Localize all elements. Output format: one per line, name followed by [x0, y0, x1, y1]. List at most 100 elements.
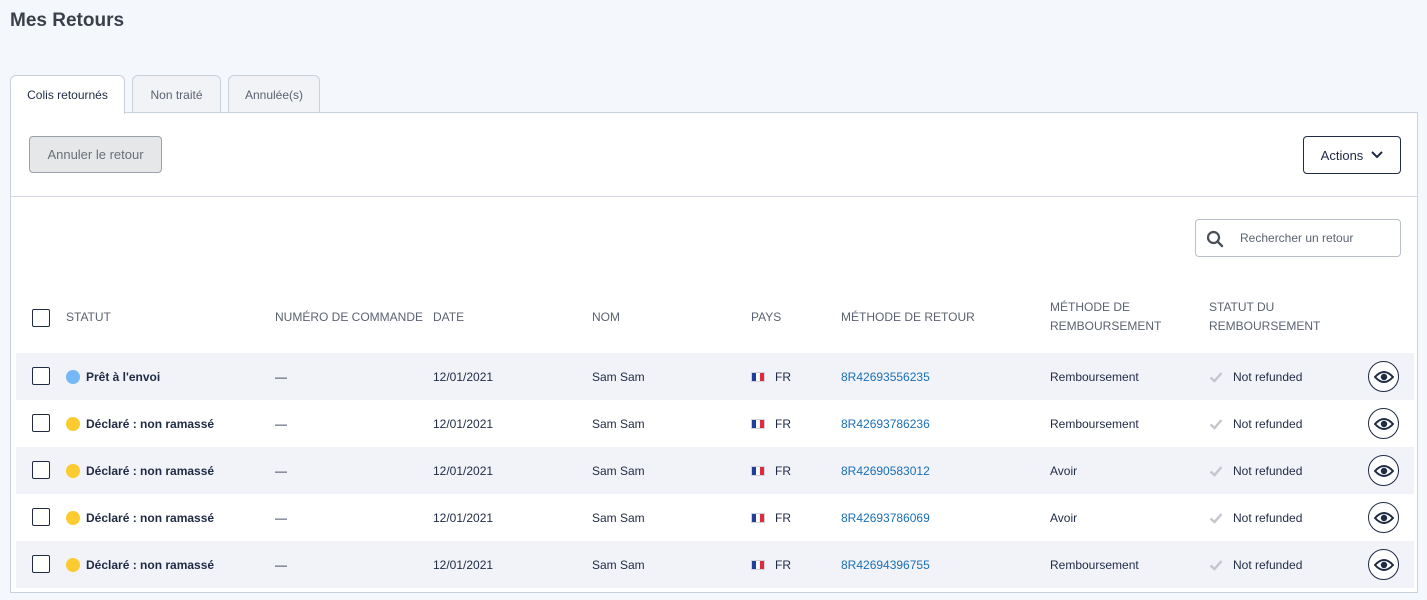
customer-name: Sam Sam [592, 557, 645, 572]
tracking-link[interactable]: 8R42693786069 [841, 494, 930, 541]
eye-icon [1373, 417, 1394, 430]
table-row[interactable]: Déclaré : non ramassé — 12/01/2021 Sam S… [16, 541, 1414, 588]
table-row[interactable]: Déclaré : non ramassé — 12/01/2021 Sam S… [16, 447, 1414, 494]
status-cell: Déclaré : non ramassé [66, 494, 214, 541]
actions-label: Actions [1320, 147, 1364, 163]
view-return-button[interactable] [1368, 408, 1399, 439]
order-number: — [275, 557, 287, 572]
actions-dropdown-button[interactable]: Actions [1303, 136, 1401, 174]
select-all-checkbox[interactable] [32, 309, 50, 327]
refund-method: Avoir [1050, 510, 1078, 525]
check-icon [1209, 371, 1223, 383]
row-checkbox[interactable] [32, 508, 50, 526]
table-row[interactable]: Déclaré : non ramassé — 12/01/2021 Sam S… [16, 494, 1414, 541]
country-code: FR [775, 510, 791, 525]
header-refund-method-line1: MÉTHODE DE [1050, 300, 1131, 314]
row-checkbox[interactable] [32, 367, 50, 385]
tab-annulees[interactable]: Annulée(s) [228, 75, 320, 113]
country-code: FR [775, 557, 791, 572]
date: 12/01/2021 [433, 557, 494, 572]
tracking-link[interactable]: 8R42690583012 [841, 447, 930, 494]
header-refund-method: MÉTHODE DE REMBOURSEMENT [1050, 298, 1161, 336]
tracking-link[interactable]: 8R42693556235 [841, 353, 930, 400]
search-input[interactable] [1240, 228, 1390, 248]
flag-fr-icon [751, 559, 765, 570]
status-dot [66, 463, 80, 478]
status-cell: Déclaré : non ramassé [66, 447, 214, 494]
status-cell: Déclaré : non ramassé [66, 400, 214, 447]
country-cell: FR [751, 400, 791, 447]
header-refund-method-line2: REMBOURSEMENT [1050, 319, 1162, 333]
status-dot [66, 369, 80, 384]
cancel-return-button[interactable]: Annuler le retour [29, 136, 162, 173]
table-row[interactable]: Prêt à l'envoi — 12/01/2021 Sam Sam FR 8… [16, 353, 1414, 400]
status-cell: Déclaré : non ramassé [66, 541, 214, 588]
status-text: Déclaré : non ramassé [86, 416, 215, 431]
header-order-number: NUMÉRO DE COMMANDE [275, 310, 424, 324]
chevron-down-icon [1371, 151, 1384, 159]
date: 12/01/2021 [433, 416, 494, 431]
header-refund-status-line1: STATUT DU [1209, 300, 1275, 314]
country-cell: FR [751, 494, 791, 541]
order-number: — [275, 463, 287, 478]
refund-status-cell: Not refunded [1209, 447, 1302, 494]
flag-fr-icon [751, 418, 765, 429]
view-return-button[interactable] [1368, 361, 1399, 392]
refund-method: Avoir [1050, 463, 1078, 478]
view-return-button[interactable] [1368, 455, 1399, 486]
page-title: Mes Retours [10, 10, 125, 31]
returns-panel: Annuler le retour Actions STATUT NUMÉRO … [10, 112, 1418, 593]
customer-name: Sam Sam [592, 510, 645, 525]
eye-icon [1373, 464, 1394, 477]
check-icon [1209, 418, 1223, 430]
customer-name: Sam Sam [592, 416, 645, 431]
refund-status: Not refunded [1233, 416, 1303, 431]
tracking-link[interactable]: 8R42694396755 [841, 541, 930, 588]
header-return-method: MÉTHODE DE RETOUR [841, 310, 975, 324]
check-icon [1209, 559, 1223, 571]
row-checkbox[interactable] [32, 555, 50, 573]
check-icon [1209, 512, 1223, 524]
status-cell: Prêt à l'envoi [66, 353, 160, 400]
status-dot [66, 510, 80, 525]
country-cell: FR [751, 541, 791, 588]
refund-status: Not refunded [1233, 369, 1303, 384]
date: 12/01/2021 [433, 463, 494, 478]
header-country: PAYS [751, 310, 782, 324]
country-cell: FR [751, 447, 791, 494]
date: 12/01/2021 [433, 510, 494, 525]
refund-status: Not refunded [1233, 463, 1303, 478]
header-refund-status-line2: REMBOURSEMENT [1209, 319, 1321, 333]
row-checkbox[interactable] [32, 414, 50, 432]
tracking-link[interactable]: 8R42693786236 [841, 400, 930, 447]
flag-fr-icon [751, 512, 765, 523]
toolbar-divider [11, 196, 1417, 197]
row-checkbox[interactable] [32, 461, 50, 479]
order-number: — [275, 416, 287, 431]
refund-status: Not refunded [1233, 510, 1303, 525]
view-return-button[interactable] [1368, 502, 1399, 533]
customer-name: Sam Sam [592, 369, 645, 384]
tab-colis-retournes[interactable]: Colis retournés [10, 75, 125, 114]
table-row[interactable]: Déclaré : non ramassé — 12/01/2021 Sam S… [16, 400, 1414, 447]
refund-method: Remboursement [1050, 369, 1139, 384]
refund-status-cell: Not refunded [1209, 494, 1302, 541]
header-name: NOM [592, 310, 620, 324]
customer-name: Sam Sam [592, 463, 645, 478]
country-cell: FR [751, 353, 791, 400]
status-text: Prêt à l'envoi [86, 369, 161, 384]
status-text: Déclaré : non ramassé [86, 510, 215, 525]
refund-method: Remboursement [1050, 557, 1139, 572]
view-return-button[interactable] [1368, 549, 1399, 580]
header-date: DATE [433, 310, 465, 324]
eye-icon [1373, 370, 1394, 383]
search-box[interactable] [1195, 219, 1401, 257]
status-text: Déclaré : non ramassé [86, 463, 215, 478]
check-icon [1209, 465, 1223, 477]
flag-fr-icon [751, 465, 765, 476]
status-text: Déclaré : non ramassé [86, 557, 215, 572]
date: 12/01/2021 [433, 369, 494, 384]
country-code: FR [775, 369, 791, 384]
tab-non-traite[interactable]: Non traité [132, 75, 221, 113]
refund-method: Remboursement [1050, 416, 1139, 431]
